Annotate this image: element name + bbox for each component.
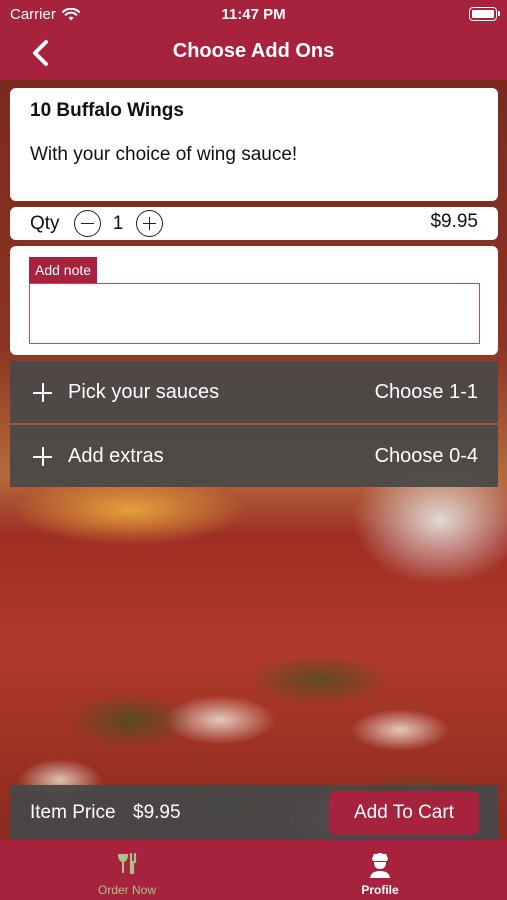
status-bar: Carrier 11:47 PM (0, 0, 507, 30)
tab-label: Order Now (97, 883, 156, 897)
addon-group-title: Pick your sauces (68, 381, 220, 403)
addon-group-choose: Choose 0-4 (374, 445, 478, 467)
quantity-stepper: Qty 1 $9.95 (10, 207, 498, 240)
quantity-price: $9.95 (430, 211, 478, 232)
quantity-value: 1 (112, 213, 124, 234)
addon-group-choose: Choose 1-1 (374, 381, 478, 403)
tab-label: Profile (361, 883, 399, 897)
add-to-cart-button[interactable]: Add To Cart (329, 791, 479, 835)
utensils-icon (118, 852, 137, 875)
note-card: Add note (10, 246, 498, 355)
add-note-label: Add note (29, 257, 98, 283)
increase-quantity-button[interactable] (136, 210, 163, 237)
item-price-value: $9.95 (133, 802, 181, 823)
tab-profile[interactable]: Profile (253, 840, 507, 900)
battery-icon (469, 7, 500, 21)
plus-icon (33, 447, 52, 466)
addon-group-add-extras[interactable]: Add extras Choose 0-4 (10, 425, 498, 487)
status-time: 11:47 PM (221, 6, 286, 23)
qty-label: Qty (30, 213, 60, 234)
item-card: 10 Buffalo Wings With your choice of win… (10, 88, 498, 201)
item-name: 10 Buffalo Wings (30, 100, 184, 121)
item-price-bar: Item Price $9.95 Add To Cart (10, 785, 498, 840)
addon-group-pick-sauces[interactable]: Pick your sauces Choose 1-1 (10, 361, 498, 423)
page-title: Choose Add Ons (172, 40, 335, 62)
app-header: Carrier 11:47 PM Choose Add Ons (0, 0, 507, 80)
tab-order-now[interactable]: Order Now (0, 840, 254, 900)
note-input[interactable] (29, 283, 480, 344)
chef-profile-icon (370, 853, 390, 878)
item-price-label: Item Price (30, 802, 116, 823)
item-description: With your choice of wing sauce! (30, 144, 298, 165)
tab-bar: Order Now Profile (0, 840, 507, 900)
plus-icon (33, 383, 52, 402)
decrease-quantity-button[interactable] (74, 210, 101, 237)
addon-group-title: Add extras (68, 445, 164, 467)
